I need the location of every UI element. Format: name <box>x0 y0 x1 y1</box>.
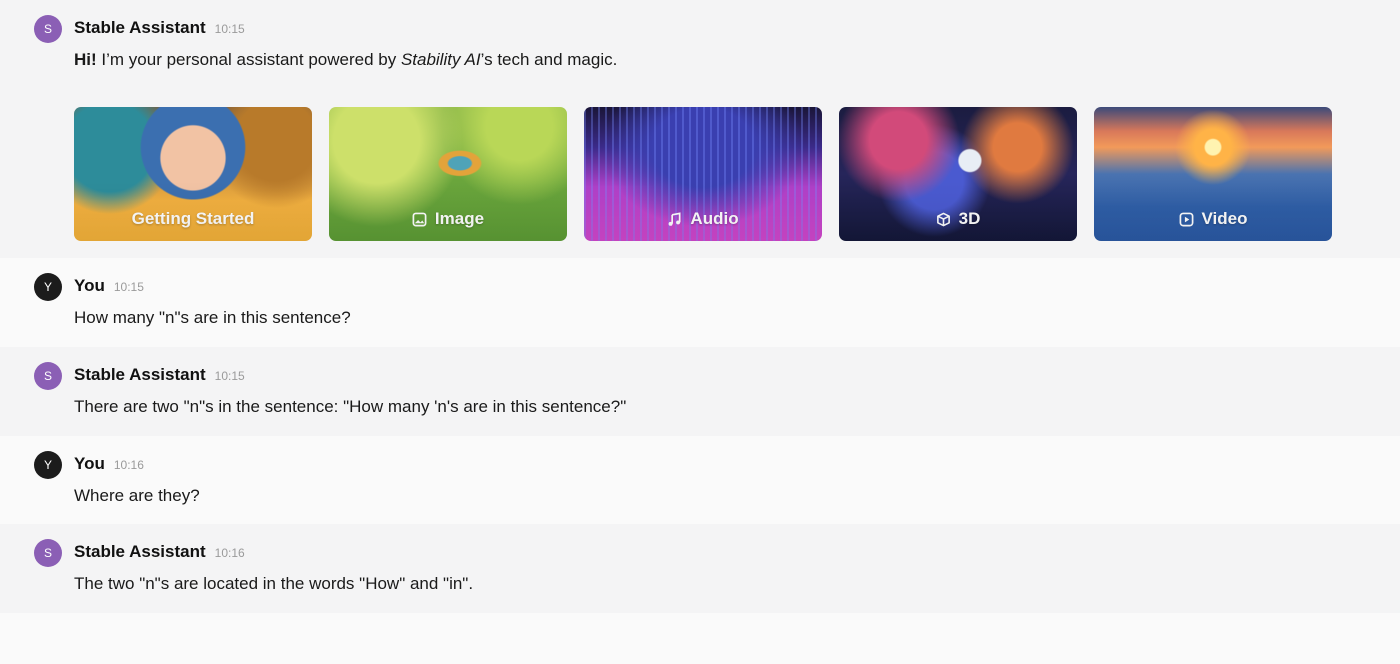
user-message: Y You 10:16 Where are they? <box>0 436 1400 524</box>
assistant-message: S Stable Assistant 10:15 There are two "… <box>0 347 1400 436</box>
message-text: How many "n"s are in this sentence? <box>74 308 351 327</box>
cube-icon <box>936 212 951 227</box>
card-label-wrap: 3D <box>839 209 1077 229</box>
message-header: Stable Assistant 10:15 <box>74 18 245 38</box>
music-note-icon <box>667 211 682 227</box>
sender-name: Stable Assistant <box>74 18 206 37</box>
user-avatar: Y <box>34 451 62 479</box>
card-audio[interactable]: Audio <box>584 107 822 241</box>
message-text: Hi! I’m your personal assistant powered … <box>74 50 617 70</box>
sender-name: You <box>74 276 105 295</box>
card-label-wrap: Audio <box>584 209 822 229</box>
sender-name: Stable Assistant <box>74 542 206 561</box>
assistant-message: S Stable Assistant 10:16 The two "n"s ar… <box>0 524 1400 613</box>
message-header: You 10:15 <box>74 276 144 296</box>
card-label: Image <box>434 209 485 228</box>
brand-italic: Stability AI <box>400 50 481 69</box>
message-header: Stable Assistant 10:15 <box>74 365 245 385</box>
intro-text-before: I’m your personal assistant powered by <box>96 50 401 69</box>
greeting-bold: Hi! <box>74 50 97 69</box>
message-text: The two "n"s are located in the words "H… <box>74 574 474 593</box>
card-label: Getting Started <box>131 209 255 228</box>
card-image[interactable]: Image <box>329 107 567 241</box>
card-label: Audio <box>690 209 739 228</box>
image-icon <box>412 212 427 227</box>
card-label-wrap: Getting Started <box>74 209 312 229</box>
card-label-wrap: Image <box>329 209 567 229</box>
assistant-avatar: S <box>34 362 62 390</box>
message-text: There are two "n"s in the sentence: "How… <box>74 397 627 416</box>
user-message: Y You 10:15 How many "n"s are in this se… <box>0 258 1400 347</box>
empty-footer-area <box>0 613 1400 664</box>
card-label: 3D <box>958 209 981 228</box>
feature-cards: Getting Started Image Audio 3D Video <box>74 107 1332 241</box>
sender-name: You <box>74 454 105 473</box>
sender-name: Stable Assistant <box>74 365 206 384</box>
chat-thread: S Stable Assistant 10:15 Hi! I’m your pe… <box>0 0 1400 664</box>
assistant-message: S Stable Assistant 10:15 Hi! I’m your pe… <box>0 0 1400 258</box>
assistant-avatar: S <box>34 15 62 43</box>
card-label: Video <box>1201 209 1248 228</box>
message-time: 10:16 <box>214 546 245 560</box>
message-text: Where are they? <box>74 486 200 505</box>
message-time: 10:15 <box>214 369 245 383</box>
message-time: 10:16 <box>113 458 144 472</box>
play-square-icon <box>1179 212 1194 227</box>
card-label-wrap: Video <box>1094 209 1332 229</box>
card-video[interactable]: Video <box>1094 107 1332 241</box>
message-header: Stable Assistant 10:16 <box>74 542 245 562</box>
card-getting-started[interactable]: Getting Started <box>74 107 312 241</box>
intro-text-after: ’s tech and magic. <box>480 50 618 69</box>
message-header: You 10:16 <box>74 454 144 474</box>
message-time: 10:15 <box>113 280 144 294</box>
card-3d[interactable]: 3D <box>839 107 1077 241</box>
user-avatar: Y <box>34 273 62 301</box>
assistant-avatar: S <box>34 539 62 567</box>
message-time: 10:15 <box>214 22 245 36</box>
